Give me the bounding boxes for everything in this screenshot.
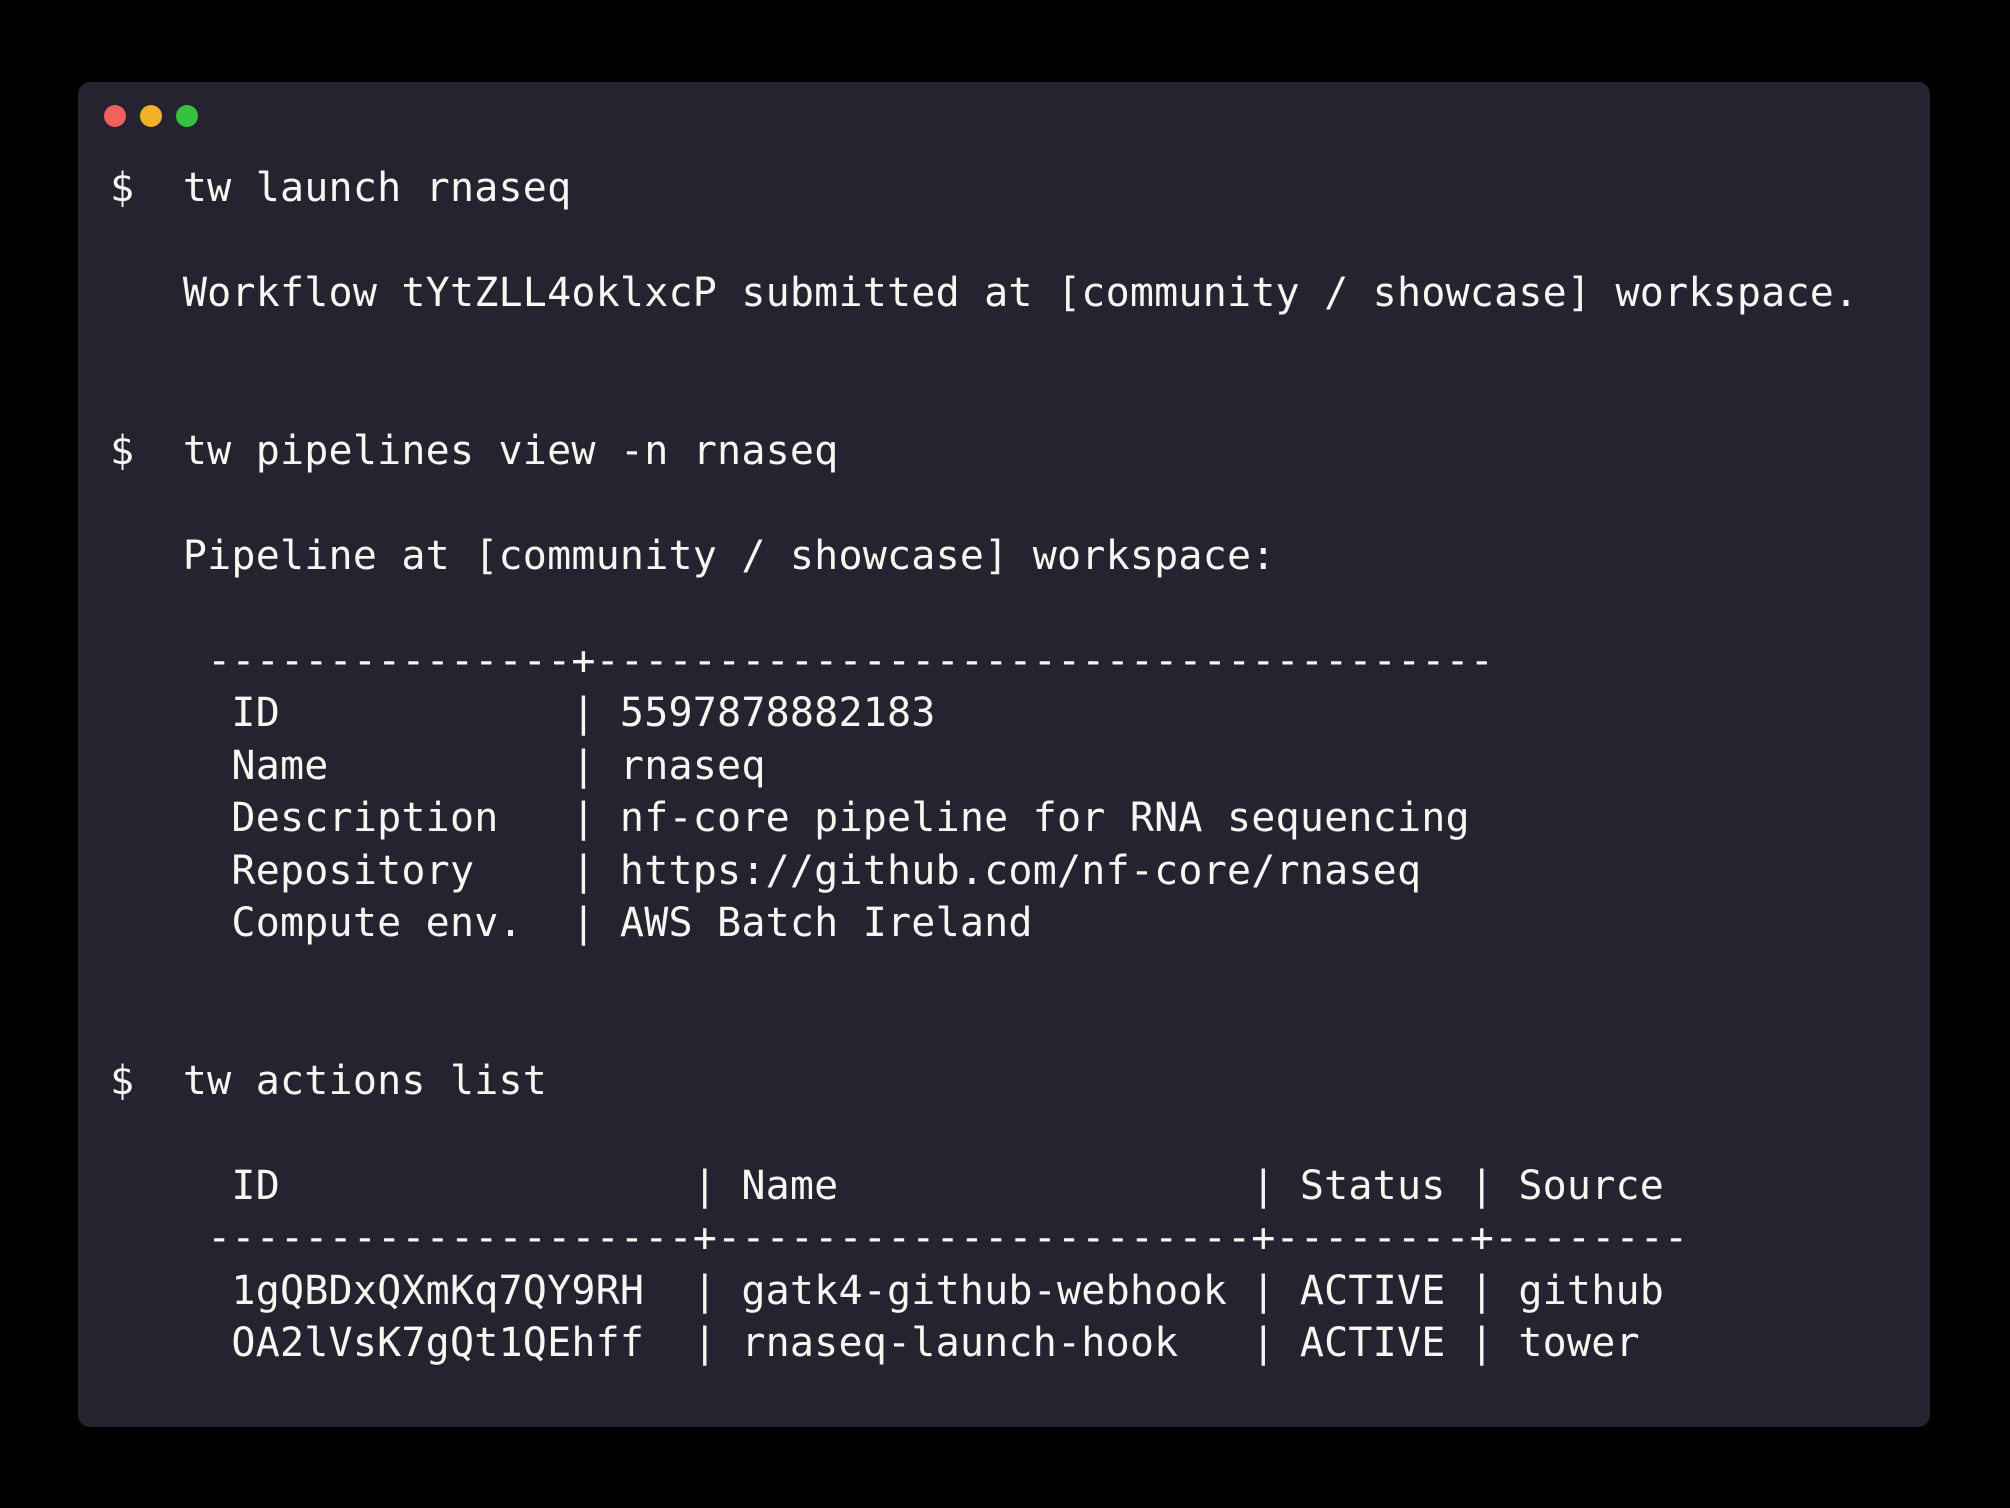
close-button[interactable]: [104, 105, 126, 127]
window-titlebar: [104, 105, 198, 127]
blank-line: [110, 215, 1858, 268]
table-row: Description | nf-core pipeline for RNA s…: [110, 792, 1858, 845]
blank-line: [110, 582, 1858, 635]
table-row: Repository | https://github.com/nf-core/…: [110, 845, 1858, 898]
table-row: Name | rnaseq: [110, 740, 1858, 793]
output-line: Pipeline at [community / showcase] works…: [110, 530, 1858, 583]
blank-line: [110, 1107, 1858, 1160]
table-divider: ---------------+------------------------…: [110, 635, 1858, 688]
minimize-button[interactable]: [140, 105, 162, 127]
command-line: $ tw actions list: [110, 1055, 1858, 1108]
desktop-background: $ tw launch rnaseq Workflow tYtZLL4oklxc…: [0, 0, 2010, 1508]
table-row: OA2lVsK7gQt1QEhff | rnaseq-launch-hook |…: [110, 1317, 1858, 1370]
terminal-content[interactable]: $ tw launch rnaseq Workflow tYtZLL4oklxc…: [110, 162, 1858, 1370]
output-line: Workflow tYtZLL4oklxcP submitted at [com…: [110, 267, 1858, 320]
blank-line: [110, 1002, 1858, 1055]
table-divider: --------------------+-------------------…: [110, 1212, 1858, 1265]
table-header-row: ID | Name | Status | Source: [110, 1160, 1858, 1213]
command-line: $ tw launch rnaseq: [110, 162, 1858, 215]
table-row: Compute env. | AWS Batch Ireland: [110, 897, 1858, 950]
blank-line: [110, 372, 1858, 425]
terminal-window: $ tw launch rnaseq Workflow tYtZLL4oklxc…: [78, 82, 1930, 1427]
table-row: ID | 5597878882183: [110, 687, 1858, 740]
zoom-button[interactable]: [176, 105, 198, 127]
command-line: $ tw pipelines view -n rnaseq: [110, 425, 1858, 478]
blank-line: [110, 477, 1858, 530]
table-row: 1gQBDxQXmKq7QY9RH | gatk4-github-webhook…: [110, 1265, 1858, 1318]
blank-line: [110, 950, 1858, 1003]
blank-line: [110, 320, 1858, 373]
